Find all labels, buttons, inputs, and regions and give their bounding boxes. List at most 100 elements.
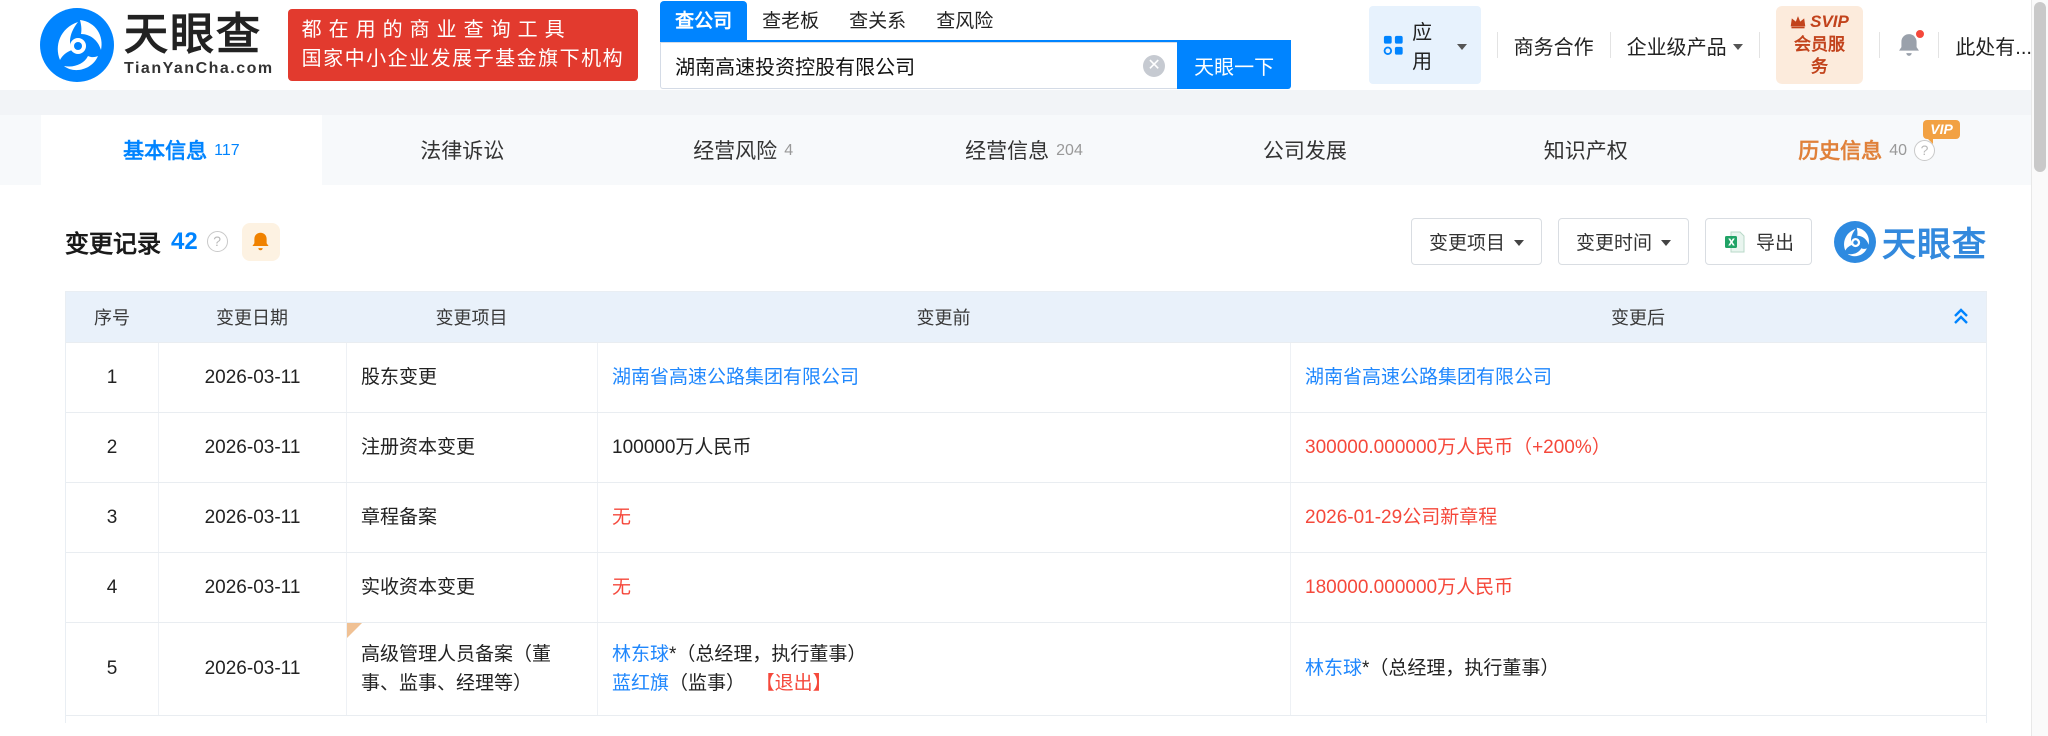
cell-before: 林东球*（总经理，执行董事）蓝红旗（监事） 【退出】 bbox=[597, 623, 1290, 715]
tab-label: 历史信息 bbox=[1798, 135, 1882, 165]
cell-link[interactable]: 湖南省高速公路集团有限公司 bbox=[612, 367, 859, 388]
tab-risk[interactable]: 经营风险4 bbox=[603, 115, 884, 185]
svip-member-button[interactable]: SVIP 会员服务 bbox=[1776, 6, 1864, 85]
cell-after: 300000.000000万人民币（+200%） bbox=[1290, 413, 1986, 482]
tab-business[interactable]: 经营信息 204 bbox=[884, 115, 1165, 185]
crown-icon bbox=[1790, 15, 1806, 29]
table-row: 32026-03-11 章程备案 无 2026-01-29公司新章程 bbox=[66, 482, 1986, 552]
notification-dot bbox=[1914, 28, 1926, 40]
main-content: 变更记录 42 ? 变更项目 变更时间 bbox=[0, 217, 2048, 723]
divider bbox=[1610, 32, 1611, 58]
divider bbox=[1759, 32, 1760, 58]
cell-text: 章程备案 bbox=[361, 503, 583, 532]
tianyancha-watermark: 天眼查 bbox=[1834, 217, 1987, 266]
cell-text: 【退出】 bbox=[756, 673, 832, 694]
cell-link[interactable]: 林东球 bbox=[612, 644, 669, 665]
export-label: 导出 bbox=[1756, 228, 1794, 255]
tab-ip[interactable]: 知识产权 bbox=[1445, 115, 1726, 185]
chevron-down-icon bbox=[1661, 240, 1671, 246]
search-tab[interactable]: 查风险 bbox=[921, 1, 1008, 40]
scrollbar-thumb[interactable] bbox=[2034, 2, 2046, 172]
filter-change-time-button[interactable]: 变更时间 bbox=[1558, 218, 1689, 265]
clear-search-icon[interactable]: ✕ bbox=[1143, 55, 1165, 77]
search-row: ✕ 天眼一下 bbox=[660, 42, 1291, 89]
cell-after: 湖南省高速公路集团有限公司 bbox=[1290, 343, 1986, 412]
chevron-down-icon bbox=[1733, 44, 1743, 50]
apps-menu-button[interactable]: 应用 bbox=[1369, 6, 1481, 84]
tab-label: 经营信息 bbox=[965, 135, 1049, 165]
column-header: 变更日期 bbox=[158, 292, 346, 342]
divider bbox=[1938, 32, 1939, 58]
page-scrollbar[interactable] bbox=[2031, 0, 2048, 736]
search-tab[interactable]: 查关系 bbox=[834, 1, 921, 40]
tab-label: 法律诉讼 bbox=[420, 135, 504, 165]
search-input[interactable] bbox=[660, 42, 1177, 89]
top-nav: 应用 商务合作 企业级产品 SVIP 会员服务 bbox=[1369, 6, 2048, 85]
cell-link[interactable]: 林东球 bbox=[1305, 658, 1362, 679]
cell-after: 2026-01-29公司新章程 bbox=[1290, 483, 1986, 552]
svip-sublabel: 会员服务 bbox=[1788, 34, 1852, 80]
table-header-row: 序号变更日期变更项目变更前变更后 bbox=[66, 292, 1986, 342]
tianyancha-logo[interactable]: 天眼查 TianYanCha.com bbox=[40, 8, 274, 82]
cell-item: 股东变更 bbox=[346, 343, 597, 412]
cell-before: 100000万人民币 bbox=[597, 413, 1290, 482]
header-separator bbox=[0, 90, 2048, 115]
cell-no: 1 bbox=[66, 343, 158, 412]
divider bbox=[1879, 32, 1880, 58]
filter-change-item-button[interactable]: 变更项目 bbox=[1411, 218, 1542, 265]
search-button[interactable]: 天眼一下 bbox=[1177, 42, 1291, 89]
cell-item: 高级管理人员备案（董事、监事、经理等） bbox=[346, 623, 597, 715]
notifications-bell-button[interactable] bbox=[1896, 32, 1922, 58]
cell-before: 无 bbox=[597, 483, 1290, 552]
section-count: 42 bbox=[171, 228, 198, 256]
svip-top-line: SVIP bbox=[1788, 11, 1852, 34]
tab-legal[interactable]: 法律诉讼 bbox=[322, 115, 603, 185]
table-row: 42026-03-11实收资本变更无180000.000000万人民币 bbox=[66, 552, 1986, 622]
vip-badge: VIP bbox=[1923, 120, 1960, 139]
cell-text: 无 bbox=[612, 577, 631, 598]
tab-count: 204 bbox=[1056, 142, 1083, 160]
user-label: 此处有... bbox=[1955, 31, 2032, 60]
cell-text: 2026-01-29公司新章程 bbox=[1305, 507, 1497, 528]
cell-line: 100000万人民币 bbox=[612, 433, 1276, 462]
tab-basic-info[interactable]: 基本信息117 bbox=[41, 115, 322, 185]
page: 天眼查 TianYanCha.com 都在用的商业查询工具 国家中小企业发展子基… bbox=[0, 0, 2048, 736]
promo-line-1: 都在用的商业查询工具 bbox=[302, 16, 625, 45]
search-tabs: 查公司查老板查关系查风险 bbox=[660, 1, 1291, 42]
logo-domain: TianYanCha.com bbox=[124, 60, 274, 78]
tab-label: 经营风险 bbox=[693, 135, 777, 165]
cell-line: 林东球*（总经理，执行董事） bbox=[612, 640, 1276, 669]
cell-no: 5 bbox=[66, 623, 158, 715]
cell-text: 注册资本变更 bbox=[361, 433, 583, 462]
company-section-tabs: 基本信息117 法律诉讼 经营风险4 经营信息 204 公司发展知识产权历史信息40?VI… bbox=[0, 115, 2048, 185]
help-icon[interactable]: ? bbox=[207, 231, 228, 252]
cell-line: 2026-01-29公司新章程 bbox=[1305, 503, 1972, 532]
search-tab[interactable]: 查老板 bbox=[747, 1, 834, 40]
cell-line: 湖南省高速公路集团有限公司 bbox=[612, 363, 1276, 392]
apps-grid-icon bbox=[1383, 34, 1404, 57]
tab-development[interactable]: 公司发展 bbox=[1164, 115, 1445, 185]
cell-date: 2026-03-11 bbox=[158, 343, 346, 412]
cell-link[interactable]: 蓝红旗 bbox=[612, 673, 669, 694]
cell-no: 3 bbox=[66, 483, 158, 552]
cell-after: 林东球*（总经理，执行董事） bbox=[1290, 623, 1986, 715]
nav-enterprise-products[interactable]: 企业级产品 bbox=[1627, 31, 1743, 60]
cell-item: 注册资本变更 bbox=[346, 413, 597, 482]
promo-banner[interactable]: 都在用的商业查询工具 国家中小企业发展子基金旗下机构 bbox=[288, 9, 639, 81]
table-row: 12026-03-11股东变更湖南省高速公路集团有限公司湖南省高速公路集团有限公… bbox=[66, 342, 1986, 412]
cell-link[interactable]: 湖南省高速公路集团有限公司 bbox=[1305, 367, 1552, 388]
cell-after: 180000.000000万人民币 bbox=[1290, 553, 1986, 622]
cell-text: 无 bbox=[612, 507, 631, 528]
cell-date: 2026-03-11 bbox=[158, 483, 346, 552]
column-header: 变更项目 bbox=[346, 292, 597, 342]
tab-label: 基本信息 bbox=[123, 135, 207, 165]
export-button[interactable]: 导出 bbox=[1705, 218, 1812, 265]
nav-business-cooperation[interactable]: 商务合作 bbox=[1514, 31, 1594, 60]
collapse-table-icon[interactable] bbox=[1950, 305, 1972, 332]
filter-change-time-label: 变更时间 bbox=[1576, 228, 1652, 255]
logo-text: 天眼查 TianYanCha.com bbox=[124, 13, 274, 78]
tab-history[interactable]: 历史信息40?VIP bbox=[1726, 115, 2007, 185]
logo-wordmark: 天眼查 bbox=[124, 13, 274, 57]
subscribe-bell-button[interactable] bbox=[242, 223, 280, 261]
search-tab[interactable]: 查公司 bbox=[660, 1, 747, 40]
